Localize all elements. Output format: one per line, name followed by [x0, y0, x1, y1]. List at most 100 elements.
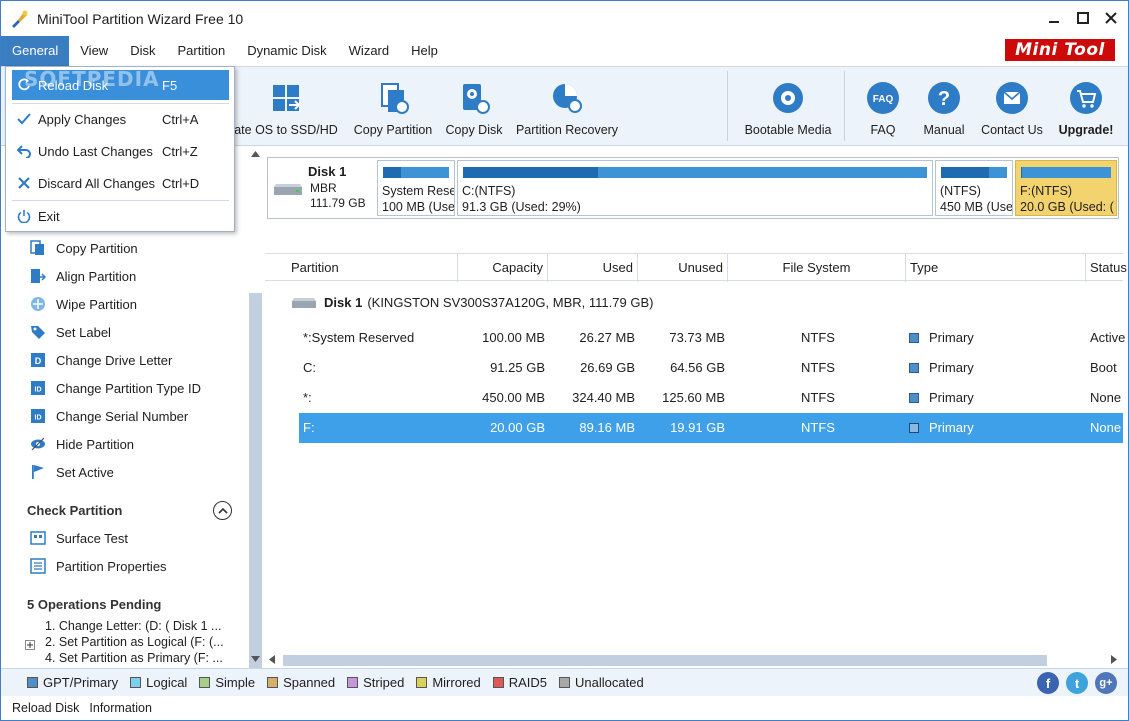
facebook-icon[interactable]: f — [1037, 672, 1059, 694]
menu-item-apply-changes[interactable]: Apply Changes Ctrl+A — [12, 104, 229, 134]
id-tag-icon: ID — [29, 379, 47, 397]
main-horizontal-scrollbar[interactable] — [265, 651, 1127, 668]
toolbar-separator — [844, 71, 845, 141]
maximize-icon — [1077, 12, 1089, 24]
drive-letter-icon: D — [29, 351, 47, 369]
segment-usage-fill — [383, 167, 401, 178]
column-header-file-system[interactable]: File System — [728, 254, 906, 282]
pending-operation-item[interactable]: 2. Set Partition as Logical (F: (... — [45, 635, 235, 649]
action-change-partition-type-id[interactable]: ID Change Partition Type ID — [29, 378, 201, 398]
disk-row[interactable]: Disk 1 (KINGSTON SV300S37A120G, MBR, 111… — [291, 295, 653, 310]
menu-wizard[interactable]: Wizard — [338, 36, 400, 66]
menu-view[interactable]: View — [69, 36, 119, 66]
action-wipe-partition[interactable]: Wipe Partition — [29, 294, 137, 314]
scrollbar-thumb[interactable] — [283, 655, 1047, 666]
minimize-button[interactable] — [1045, 9, 1063, 27]
migrate-os-button[interactable]: ate OS to SSD/HD — [227, 67, 345, 145]
primary-type-swatch — [909, 393, 919, 403]
mail-icon — [995, 81, 1029, 115]
action-align-partition[interactable]: Align Partition — [29, 266, 136, 286]
partition-row-star[interactable]: *: 450.00 MB 324.40 MB 125.60 MB NTFS Pr… — [299, 383, 1123, 413]
scroll-down-arrow-icon[interactable] — [251, 656, 260, 662]
segment-usage-fill — [941, 167, 989, 178]
menu-item-discard-all-changes[interactable]: Discard All Changes Ctrl+D — [12, 168, 229, 198]
menu-general[interactable]: General — [1, 36, 70, 66]
softpedia-watermark: SOFTPEDIA — [24, 67, 160, 91]
partition-recovery-button[interactable]: Partition Recovery — [513, 67, 621, 145]
check-icon — [14, 109, 34, 129]
manual-button[interactable]: ? Manual — [917, 67, 971, 145]
column-header-capacity[interactable]: Capacity — [458, 254, 548, 282]
maximize-button[interactable] — [1074, 9, 1092, 27]
minimize-icon — [1049, 21, 1059, 23]
close-icon — [1105, 12, 1117, 24]
scroll-left-arrow-icon[interactable] — [269, 655, 275, 664]
svg-text:D: D — [35, 356, 42, 366]
twitter-icon[interactable]: t — [1066, 672, 1088, 694]
svg-text:FAQ: FAQ — [873, 94, 894, 105]
window-title: MiniTool Partition Wizard Free 10 — [37, 10, 244, 27]
action-set-active[interactable]: Set Active — [29, 462, 114, 482]
upgrade-button[interactable]: Upgrade! — [1053, 67, 1119, 145]
column-header-unused[interactable]: Unused — [638, 254, 728, 282]
partition-row-system-reserved[interactable]: *:System Reserved 100.00 MB 26.27 MB 73.… — [299, 323, 1125, 353]
status-action-text: Reload Disk — [12, 701, 80, 715]
properties-list-icon — [29, 557, 47, 575]
menu-partition[interactable]: Partition — [166, 36, 236, 66]
legend-striped: Striped — [347, 675, 404, 690]
segment-usage-fill — [463, 167, 598, 178]
migrate-os-icon — [269, 81, 303, 115]
hard-disk-icon — [292, 297, 316, 308]
partition-row-f-selected[interactable]: F: 20.00 GB 89.16 MB 19.91 GB NTFS Prima… — [299, 413, 1123, 443]
flag-icon — [29, 463, 47, 481]
column-header-status[interactable]: Status — [1086, 254, 1127, 282]
svg-text:ID: ID — [35, 387, 42, 394]
bootable-media-button[interactable]: Bootable Media — [739, 67, 837, 145]
partition-legend: GPT/Primary Logical Simple Spanned Strip… — [1, 668, 1128, 696]
google-plus-icon[interactable]: g+ — [1095, 672, 1117, 694]
app-window: MiniTool Partition Wizard Free 10 Genera… — [0, 0, 1129, 721]
copy-disk-button[interactable]: Copy Disk — [441, 67, 507, 145]
pending-operation-item[interactable]: 1. Change Letter: (D: ( Disk 1 ... — [45, 619, 235, 633]
svg-text:ID: ID — [35, 415, 42, 422]
faq-button[interactable]: FAQ FAQ — [861, 67, 905, 145]
column-header-partition[interactable]: Partition — [265, 254, 458, 282]
action-partition-properties[interactable]: Partition Properties — [29, 556, 167, 576]
scroll-up-arrow-icon[interactable] — [251, 151, 260, 157]
action-change-serial-number[interactable]: ID Change Serial Number — [29, 406, 188, 426]
menu-item-undo-last-changes[interactable]: Undo Last Changes Ctrl+Z — [12, 136, 229, 166]
disk-segment-f-selected[interactable]: F:(NTFS) 20.0 GB (Used: ( — [1015, 160, 1117, 216]
action-set-label[interactable]: Set Label — [29, 322, 111, 342]
bootable-media-icon — [771, 81, 805, 115]
disk-segment-system-reserved[interactable]: System Rese 100 MB (Use — [377, 160, 455, 216]
column-header-type[interactable]: Type — [906, 254, 1086, 282]
disk-segment-ntfs[interactable]: (NTFS) 450 MB (Use — [935, 160, 1013, 216]
action-change-drive-letter[interactable]: D Change Drive Letter — [29, 350, 172, 370]
copy-partition-button[interactable]: Copy Partition — [348, 67, 438, 145]
scrollbar-thumb[interactable] — [249, 293, 262, 713]
close-button[interactable] — [1102, 9, 1120, 27]
discard-x-icon — [14, 173, 34, 193]
column-header-used[interactable]: Used — [548, 254, 638, 282]
left-panel-scrollbar[interactable] — [247, 147, 264, 713]
scroll-right-arrow-icon[interactable] — [1111, 655, 1117, 664]
menu-item-exit[interactable]: Exit — [12, 201, 229, 231]
action-copy-partition[interactable]: Copy Partition — [29, 238, 138, 258]
menu-help[interactable]: Help — [400, 36, 449, 66]
wipe-partition-icon — [29, 295, 47, 313]
collapse-check-partition-button[interactable] — [213, 501, 232, 520]
action-hide-partition[interactable]: Hide Partition — [29, 434, 134, 454]
minitool-logo: Mini Tool — [1004, 38, 1116, 62]
expand-plus-icon[interactable] — [25, 638, 35, 653]
disk-segment-c[interactable]: C:(NTFS) 91.3 GB (Used: 29%) — [457, 160, 933, 216]
toolbar-separator — [727, 71, 728, 141]
menu-dynamic-disk[interactable]: Dynamic Disk — [236, 36, 337, 66]
hide-eye-icon — [29, 435, 47, 453]
contact-us-button[interactable]: Contact Us — [977, 67, 1047, 145]
action-surface-test[interactable]: Surface Test — [29, 528, 128, 548]
menu-disk[interactable]: Disk — [119, 36, 166, 66]
pending-operation-item[interactable]: 4. Set Partition as Primary (F: ... — [45, 651, 235, 665]
disk-map[interactable]: Disk 1 MBR 111.79 GB System Rese 100 MB … — [267, 157, 1119, 219]
partition-row-c[interactable]: C: 91.25 GB 26.69 GB 64.56 GB NTFS Prima… — [299, 353, 1123, 383]
legend-spanned: Spanned — [267, 675, 335, 690]
